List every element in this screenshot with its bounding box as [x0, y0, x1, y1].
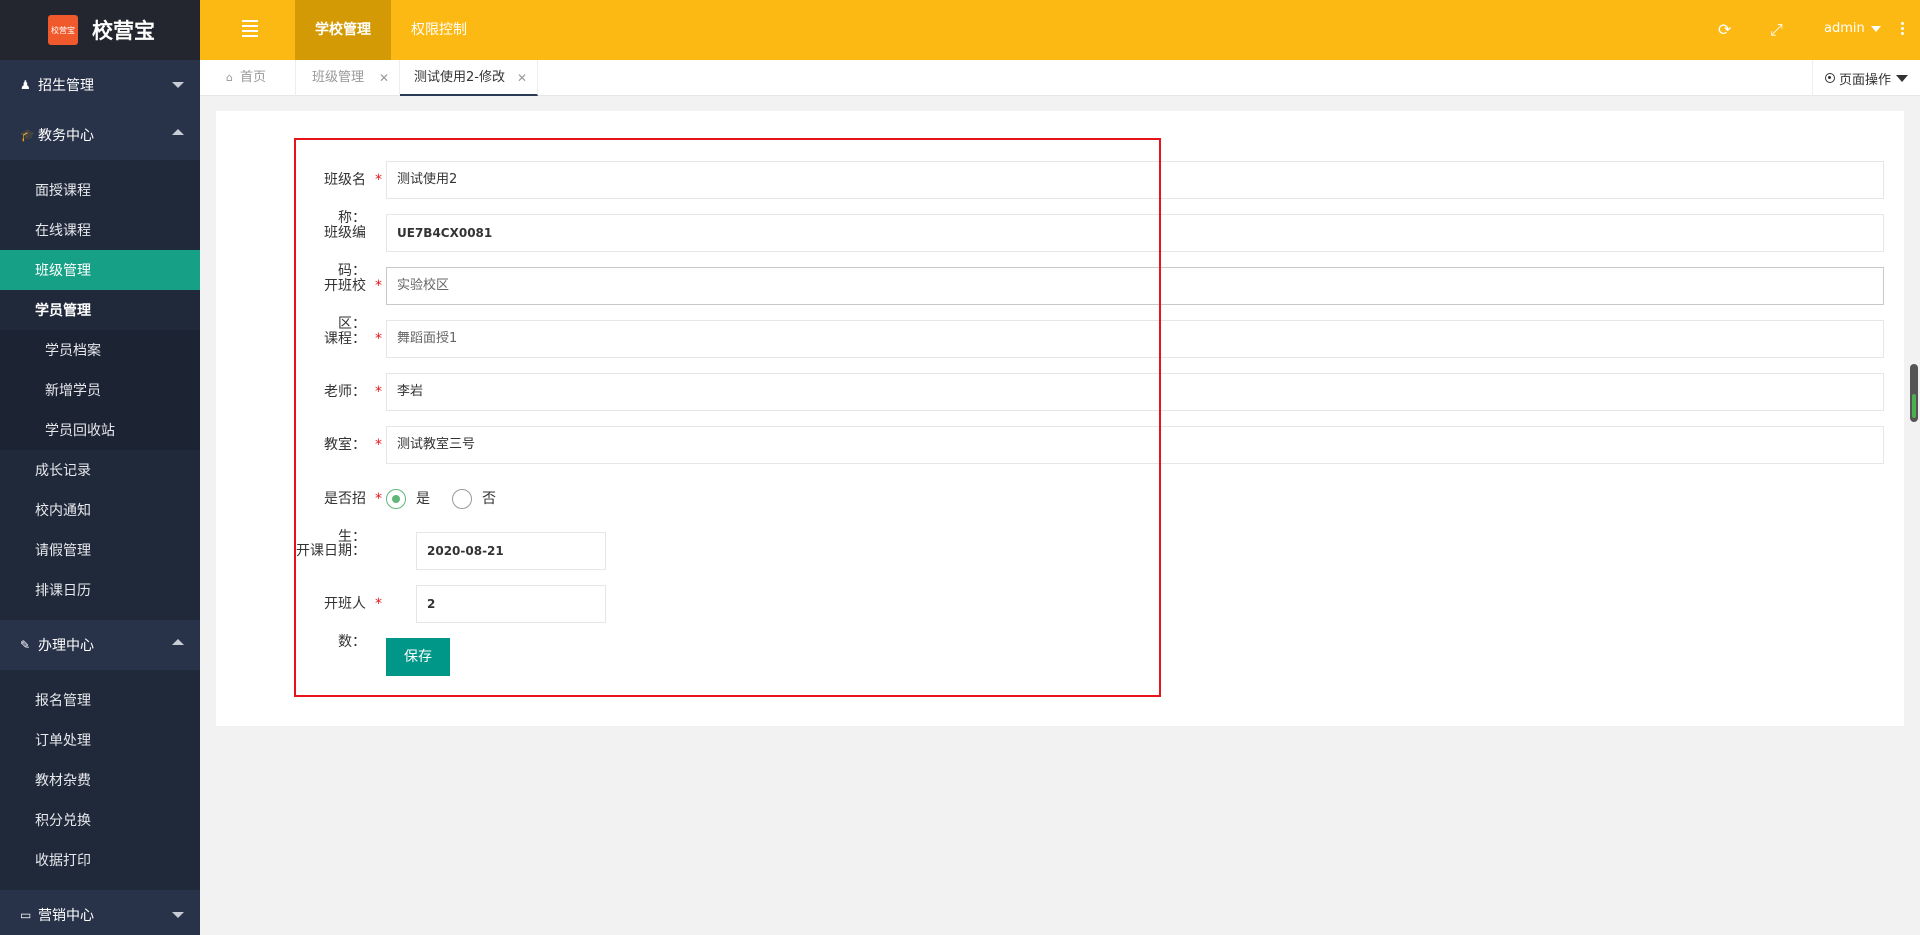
tab-school-management[interactable]: 学校管理: [295, 0, 391, 60]
refresh-icon[interactable]: ⟳: [1718, 20, 1731, 39]
chevron-up-icon: [172, 129, 184, 135]
form-row-class-code: 班级编码： UE7B4CX0081: [0, 214, 1920, 279]
field-label: 是否招生：: [324, 491, 366, 545]
class-name-input[interactable]: 测试使用2: [386, 161, 1884, 199]
nav-item-points-exchange[interactable]: 积分兑换: [0, 800, 200, 840]
sidebar: 校营宝 校营宝 ♟ 招生管理 🎓 教务中心 面授课程 在线课程 班级管理 学员管…: [0, 0, 200, 935]
page-tab-label: 班级管理: [312, 70, 365, 85]
user-icon: ♟: [20, 78, 31, 92]
nav-item-orders[interactable]: 订单处理: [0, 720, 200, 760]
page-tab-class-management[interactable]: 班级管理 ✕: [296, 60, 400, 96]
capacity-input[interactable]: 2: [416, 585, 606, 623]
field-label: 课程：: [324, 331, 366, 347]
page-tab-home[interactable]: ⌂ 首页: [200, 60, 296, 96]
required-mark: *: [375, 384, 382, 400]
required-mark: *: [375, 437, 382, 453]
graduation-cap-icon: 🎓: [20, 128, 35, 142]
tab-permission-control[interactable]: 权限控制: [391, 0, 487, 60]
recruit-no-radio[interactable]: [452, 489, 472, 509]
field-label: 开课日期：: [296, 543, 366, 559]
nav-group-label: 教务中心: [38, 128, 94, 144]
nav-item-receipt-print[interactable]: 收据打印: [0, 840, 200, 880]
caret-down-icon: [1896, 74, 1908, 82]
fullscreen-icon[interactable]: ⤢: [1770, 20, 1783, 40]
page-operations-menu[interactable]: 页面操作: [1812, 60, 1920, 96]
field-label: 教室：: [324, 437, 366, 453]
nav-group-label: 办理中心: [38, 638, 94, 654]
class-code-input[interactable]: UE7B4CX0081: [386, 214, 1884, 252]
top-header: 学校管理 权限控制 ⟳ ⤢ admin: [200, 0, 1920, 60]
page-tab-label: 首页: [240, 70, 267, 85]
recruit-yes-radio[interactable]: [386, 489, 406, 509]
recruit-no-label[interactable]: 否: [482, 480, 496, 518]
form-row-course: 课程： * 舞蹈面授1: [0, 320, 1920, 358]
field-label: 班级名称：: [324, 172, 366, 226]
form-row-class-name: 班级名称： * 测试使用2: [0, 161, 1920, 226]
chevron-down-icon: [172, 912, 184, 918]
form-card: [216, 111, 1904, 726]
field-label: 开班人数：: [324, 596, 366, 650]
form-row-recruiting: 是否招生： * 是 否: [0, 480, 1920, 545]
form-row-classroom: 教室： * 测试教室三号: [0, 426, 1920, 464]
campus-select[interactable]: 实验校区: [386, 267, 1884, 305]
required-mark: *: [375, 278, 382, 294]
nav-group-teaching[interactable]: 🎓 教务中心: [0, 110, 200, 160]
nav-item-materials-fees[interactable]: 教材杂费: [0, 760, 200, 800]
field-label: 开班校区：: [324, 278, 366, 332]
nav-group-label: 营销中心: [38, 908, 94, 924]
page-ops-label: 页面操作: [1838, 72, 1891, 88]
user-menu[interactable]: admin: [1824, 21, 1881, 36]
page-tab-label: 测试使用2-修改: [414, 70, 505, 85]
field-label: 老师：: [324, 384, 366, 400]
edit-icon: ✎: [20, 638, 31, 652]
more-options-icon[interactable]: [1901, 22, 1904, 37]
form-row-start-date: 开课日期： 2020-08-21: [0, 532, 1920, 570]
nav-group-enrollment[interactable]: ♟ 招生管理: [0, 60, 200, 110]
recruit-yes-label[interactable]: 是: [416, 480, 430, 518]
save-button[interactable]: 保存: [386, 638, 450, 676]
required-mark: *: [375, 596, 382, 612]
chevron-up-icon: [172, 639, 184, 645]
nav-item-registration[interactable]: 报名管理: [0, 680, 200, 720]
nav-group-handling[interactable]: ✎ 办理中心: [0, 620, 200, 670]
form-row-capacity: 开班人数： * 2: [0, 585, 1920, 650]
close-icon[interactable]: ✕: [517, 60, 527, 96]
scrollbar-thumb[interactable]: [1910, 364, 1918, 422]
target-icon: [1824, 73, 1835, 83]
caret-down-icon: [1870, 25, 1881, 32]
classroom-select[interactable]: 测试教室三号: [386, 426, 1884, 464]
start-date-input[interactable]: 2020-08-21: [416, 532, 606, 570]
required-mark: *: [375, 491, 382, 507]
form-row-teacher: 老师： * 李岩: [0, 373, 1920, 411]
laptop-icon: ▭: [20, 908, 32, 922]
required-mark: *: [375, 331, 382, 347]
logo-badge: 校营宝: [48, 15, 78, 45]
required-mark: *: [375, 172, 382, 188]
home-icon: ⌂: [226, 71, 233, 84]
page-tabs: ⌂ 首页 班级管理 ✕ 测试使用2-修改 ✕ 页面操作: [200, 60, 1920, 96]
teacher-select[interactable]: 李岩: [386, 373, 1884, 411]
menu-toggle-icon[interactable]: [242, 20, 258, 38]
page-tab-edit-class[interactable]: 测试使用2-修改 ✕: [400, 60, 538, 96]
logo[interactable]: 校营宝 校营宝: [0, 0, 200, 60]
app-title: 校营宝: [92, 19, 155, 43]
close-icon[interactable]: ✕: [379, 60, 389, 96]
field-label: 班级编码：: [324, 225, 366, 279]
username: admin: [1824, 21, 1865, 36]
chevron-down-icon: [172, 82, 184, 88]
form-row-campus: 开班校区： * 实验校区: [0, 267, 1920, 332]
nav-group-label: 招生管理: [38, 78, 94, 94]
nav-group-marketing[interactable]: ▭ 营销中心: [0, 890, 200, 935]
course-select[interactable]: 舞蹈面授1: [386, 320, 1884, 358]
